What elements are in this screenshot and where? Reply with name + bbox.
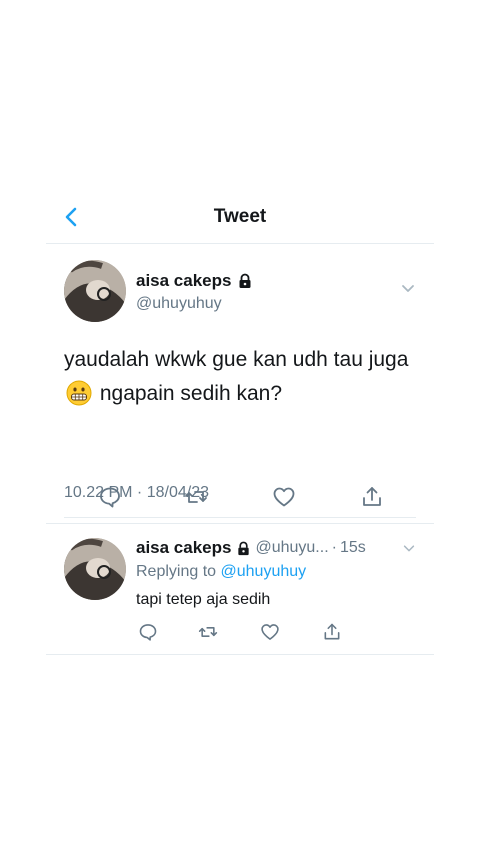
reply-handle[interactable]: @uhuyu... (255, 539, 328, 557)
display-name[interactable]: aisa cakeps (136, 271, 253, 291)
display-name-text: aisa cakeps (136, 271, 232, 290)
replying-to: Replying to @uhuyuhuy (136, 563, 306, 581)
share-button[interactable] (360, 485, 384, 509)
retweet-button[interactable] (184, 485, 208, 509)
reply-icon (139, 624, 157, 641)
reply-avatar[interactable] (64, 538, 126, 600)
avatar[interactable] (64, 260, 126, 322)
retweet-button[interactable] (198, 622, 218, 642)
reply-icon (100, 487, 120, 508)
share-icon (324, 623, 340, 640)
main-tweet: aisa cakeps @uhuyuhuy yaudalah wkwk gue … (46, 244, 434, 524)
page-title: Tweet (213, 206, 267, 227)
mention-link[interactable]: @uhuyuhuy (221, 563, 307, 580)
reply-display-name[interactable]: aisa cakeps (136, 538, 231, 558)
reply-header: aisa cakeps @uhuyu... · 15s (136, 538, 366, 558)
replying-to-label: Replying to (136, 563, 217, 580)
user-handle[interactable]: @uhuyuhuy (136, 295, 222, 313)
chevron-down-icon[interactable] (400, 280, 416, 296)
header-bar: Tweet (46, 195, 434, 244)
tweet-actions (64, 485, 416, 509)
tweet-detail-view: Tweet aisa cakeps @uhuyuhuy yaudalah wkw… (46, 195, 434, 655)
reply-button[interactable] (98, 485, 122, 509)
retweet-icon (198, 627, 218, 637)
separator-dot: · (331, 539, 337, 556)
heart-icon (273, 487, 295, 507)
lock-icon (239, 273, 251, 288)
share-button[interactable] (322, 622, 342, 642)
tweet-text-part-1: yaudalah wkwk gue kan udh tau juga (64, 348, 409, 371)
tweet-text-part-2: ngapain sedih kan? (99, 382, 282, 405)
reply-text: tapi tetep aja sedih (136, 591, 271, 608)
reply-tweet[interactable]: aisa cakeps @uhuyu... · 15s Replying to … (46, 523, 434, 655)
lock-icon (238, 541, 250, 555)
divider (64, 517, 416, 518)
retweet-icon (185, 491, 207, 503)
like-button[interactable] (272, 485, 296, 509)
grimacing-face-icon (66, 380, 92, 406)
tweet-text: yaudalah wkwk gue kan udh tau juga ngapa… (64, 343, 424, 411)
avatar-image (64, 538, 126, 600)
share-icon (363, 487, 381, 506)
chevron-down-icon[interactable] (402, 541, 416, 555)
reply-time: 15s (339, 539, 366, 556)
heart-icon (261, 624, 279, 640)
reply-actions (136, 622, 356, 644)
avatar-image (64, 260, 126, 322)
reply-button[interactable] (138, 622, 158, 642)
like-button[interactable] (260, 622, 280, 642)
